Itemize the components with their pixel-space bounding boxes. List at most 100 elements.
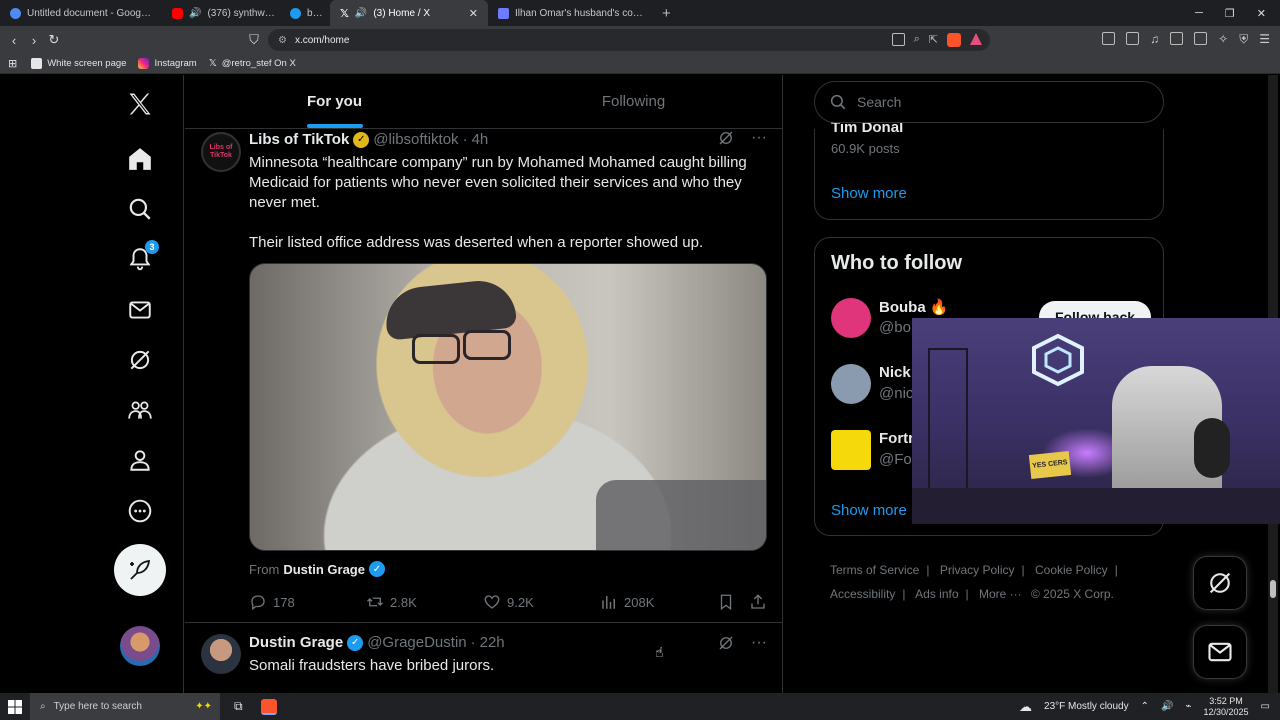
search-icon[interactable] (125, 194, 155, 224)
show-more-trends-link[interactable]: Show more (831, 185, 907, 202)
suggestion-handle: @bo (879, 319, 911, 336)
new-tab-button[interactable]: + (654, 5, 679, 22)
source-author-name[interactable]: Dustin Grage (283, 562, 365, 577)
communities-icon[interactable] (125, 395, 155, 425)
shield-icon[interactable]: ⛨ (1239, 32, 1248, 47)
grok-icon[interactable] (125, 345, 155, 375)
scrollbar-thumb[interactable] (1270, 580, 1276, 598)
leo-ai-icon[interactable]: ✧ (1218, 32, 1228, 47)
more-options-icon[interactable] (125, 496, 155, 526)
tweet[interactable]: Libs of TikTok Libs of TikTok ✓ @libsoft… (185, 129, 783, 623)
tweet-author-avatar[interactable] (201, 634, 241, 674)
author-name[interactable]: Dustin Grage (249, 634, 343, 651)
reader-mode-icon[interactable] (891, 33, 905, 46)
author-handle[interactable]: @libsoftiktok (373, 131, 458, 148)
taskbar-clock[interactable]: 3:52 PM 12/30/2025 (1204, 696, 1249, 718)
windows-start-icon[interactable] (0, 699, 30, 714)
browser-tab-article[interactable]: Ilhan Omar's husband's companies s (488, 0, 654, 26)
notifications-icon[interactable]: 3 (125, 240, 159, 274)
bookmark-button[interactable] (717, 593, 735, 611)
minimize-icon[interactable]: ─ (1195, 7, 1203, 20)
sidebar-icon[interactable] (1170, 32, 1184, 45)
browser-tab-docs[interactable]: Untitled document - Google Docs (0, 0, 162, 26)
extensions-icon[interactable] (1102, 32, 1116, 45)
url-bar[interactable]: ⚙ x.com/home ⌕ ⇱ (268, 29, 990, 51)
profile-icon[interactable] (125, 445, 155, 475)
x-logo-icon[interactable] (125, 89, 155, 119)
suggestion-name[interactable]: Nick (879, 364, 911, 381)
cookie-link[interactable]: Cookie Policy (1035, 563, 1108, 577)
volume-icon[interactable]: 🔊 (1161, 701, 1173, 712)
bookmark-page-icon[interactable]: ⛉ (244, 32, 264, 48)
privacy-link[interactable]: Privacy Policy (940, 563, 1015, 577)
browser-tab-beats[interactable]: beats (286, 0, 330, 26)
share-button[interactable] (749, 593, 767, 611)
apps-grid-icon[interactable]: ⊞ (8, 57, 17, 70)
tweet-video[interactable] (249, 263, 767, 551)
tab-following[interactable]: Following (484, 75, 783, 128)
tweet-time[interactable]: 22h (480, 634, 505, 651)
brave-rewards-icon[interactable] (970, 33, 982, 45)
suggestion-avatar[interactable] (831, 364, 871, 404)
bookmark-instagram[interactable]: Instagram (138, 58, 197, 69)
network-icon[interactable]: ⌁ (1185, 701, 1191, 712)
reload-icon[interactable]: ↻ (44, 32, 64, 48)
repost-button[interactable]: 2.8K (366, 593, 417, 611)
site-info-icon[interactable]: ⚙ (278, 35, 287, 46)
compose-post-button[interactable] (114, 544, 166, 596)
home-icon[interactable] (125, 144, 155, 174)
notifications-center-icon[interactable]: ▭ (1261, 701, 1270, 712)
brave-browser-icon[interactable] (260, 698, 277, 715)
restore-icon[interactable]: ❐ (1225, 7, 1235, 20)
tab-for-you[interactable]: For you (185, 75, 484, 128)
tweet[interactable]: Dustin Grage ✓ @GrageDustin · 22h ··· So… (185, 624, 783, 693)
author-name[interactable]: Libs of TikTok (249, 131, 349, 148)
messages-floating-button[interactable] (1193, 625, 1247, 679)
close-window-icon[interactable]: ✕ (1257, 7, 1266, 20)
close-tab-icon[interactable]: ✕ (469, 7, 478, 20)
accessibility-link[interactable]: Accessibility (830, 587, 895, 601)
tweet-text: Somali fraudsters have bribed jurors. (249, 657, 495, 674)
weather-icon[interactable]: ☁ (1019, 699, 1032, 715)
forward-icon[interactable]: › (24, 33, 44, 48)
messages-icon[interactable] (125, 295, 155, 325)
media-icon[interactable]: ♫ (1150, 32, 1159, 47)
task-view-icon[interactable]: ⧉ (234, 699, 243, 714)
more-options-icon[interactable]: ··· (751, 634, 767, 652)
separator-dot: · (462, 131, 468, 148)
browser-tab-x-home[interactable]: 𝕏 🔊 (3) Home / X ✕ (330, 0, 488, 26)
bookmark-retro-stef[interactable]: 𝕏 @retro_stef On X (209, 58, 296, 69)
grok-icon[interactable] (717, 129, 735, 147)
ads-info-link[interactable]: Ads info (915, 587, 958, 601)
bookmark-white-screen[interactable]: White screen page (31, 58, 126, 69)
more-options-icon[interactable]: ··· (751, 129, 767, 147)
like-button[interactable]: 9.2K (483, 593, 534, 611)
terms-link[interactable]: Terms of Service (830, 563, 919, 577)
suggestion-name[interactable]: Fortr (879, 430, 914, 447)
grok-icon[interactable] (717, 634, 735, 652)
wallet-icon[interactable] (1126, 32, 1140, 45)
reply-button[interactable]: 178 (249, 593, 295, 611)
grok-floating-button[interactable] (1193, 556, 1247, 610)
show-more-suggestions-link[interactable]: Show more (831, 502, 907, 519)
weather-text[interactable]: 23°F Mostly cloudy (1044, 701, 1129, 712)
taskbar-search-input[interactable]: ⌕ Type here to search ✦✦ (30, 693, 220, 720)
share-icon[interactable]: ⇱ (929, 33, 938, 47)
show-hidden-icons-icon[interactable]: ⌃ (1141, 701, 1149, 712)
views-button[interactable]: 208K (600, 593, 654, 611)
back-icon[interactable]: ‹ (4, 33, 24, 48)
vpn-icon[interactable] (1194, 32, 1208, 45)
suggestion-avatar[interactable] (831, 298, 871, 338)
more-link[interactable]: More ··· (979, 587, 1022, 601)
menu-icon[interactable]: ☰ (1259, 32, 1270, 47)
search-input[interactable]: Search (814, 81, 1164, 123)
tweet-time[interactable]: 4h (472, 131, 489, 148)
tweet-author-avatar[interactable]: Libs of TikTok (201, 132, 241, 172)
zoom-icon[interactable]: ⌕ (914, 33, 920, 47)
account-avatar[interactable] (120, 626, 160, 666)
suggestion-avatar[interactable] (831, 430, 871, 470)
brave-shields-icon[interactable] (947, 33, 961, 47)
browser-tab-youtube[interactable]: 🔊 (376) synthwave radio (162, 0, 286, 26)
author-handle[interactable]: @GrageDustin (367, 634, 466, 651)
suggestion-name[interactable]: Bouba 🔥 (879, 298, 949, 316)
